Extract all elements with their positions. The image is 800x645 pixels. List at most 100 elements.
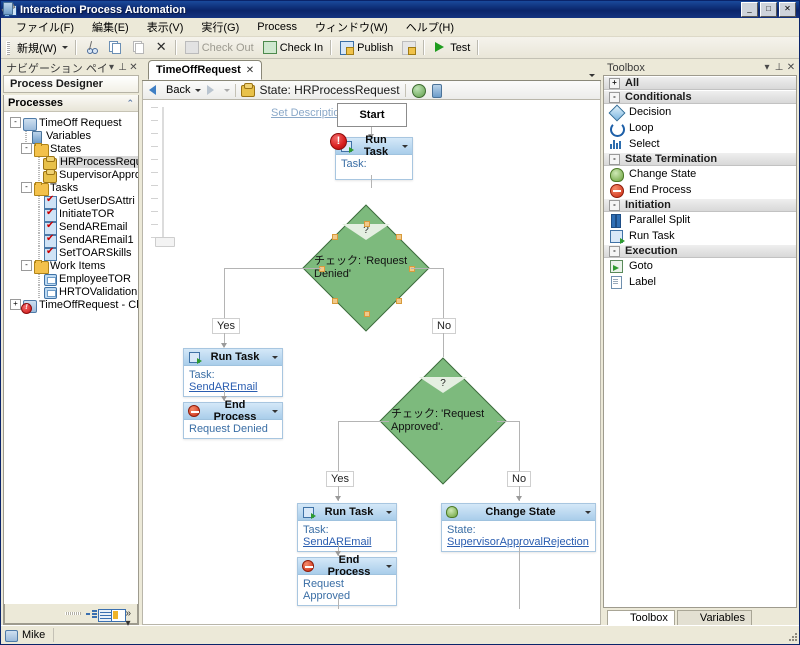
tree-item-getuserdsattributes[interactable]: GetUserDSAttri [8, 194, 138, 209]
tree-item-sendaremail[interactable]: SendAREmail [8, 220, 138, 235]
tree-item-supervisorapproval[interactable]: SupervisorAppro [8, 168, 138, 183]
chevron-down-icon[interactable] [589, 74, 595, 77]
pin-icon[interactable]: ⊥ [773, 62, 785, 73]
test-button[interactable]: Test [428, 38, 474, 57]
menu-window[interactable]: ウィンドウ(W) [306, 17, 397, 37]
toolbox-item-loop[interactable]: Loop [604, 120, 796, 137]
tree-item-settoarskills[interactable]: SetTOARSkills [8, 246, 138, 261]
save-button[interactable] [397, 38, 420, 57]
node-run-task-3[interactable]: Run Task Task: SendAREmail [297, 503, 397, 552]
tree-toggle[interactable]: - [21, 260, 32, 271]
node-header[interactable]: End Process [184, 399, 282, 423]
close-button[interactable]: ✕ [779, 2, 796, 17]
process-tree[interactable]: - TimeOff Request Variables - States HRP… [4, 112, 138, 604]
chevron-down-icon[interactable] [386, 564, 392, 568]
tab-variables[interactable]: Variables [3, 2, 752, 625]
chevron-down-icon[interactable] [386, 510, 392, 514]
node-decision-request-approved[interactable]: ? チェック: 'Request Approved'. [379, 357, 507, 485]
tree-item-timeoffrequest-clone[interactable]: + ! TimeOffRequest - Clon [8, 298, 138, 314]
toolbox-item-change-state[interactable]: Change State [604, 166, 796, 182]
tree-toggle[interactable]: - [21, 182, 32, 193]
copy-button[interactable] [103, 38, 126, 57]
database-icon[interactable] [429, 83, 444, 98]
tree-view-icon[interactable] [85, 607, 97, 621]
chevron-down-icon[interactable] [272, 355, 278, 359]
toolbox-group-state-termination[interactable]: - State Termination [604, 152, 796, 166]
menu-process[interactable]: Process [248, 19, 306, 35]
menu-run[interactable]: 実行(G) [192, 17, 248, 37]
tree-item-sendaremail1[interactable]: SendAREmail1 [8, 233, 138, 248]
toolbox-item-select[interactable]: Select [604, 136, 796, 152]
chevron-down-icon[interactable]: ▾ [761, 62, 773, 73]
toolbox-list[interactable]: + All - Conditionals Decision Loop Selec… [603, 75, 797, 608]
toolbox-group-initiation[interactable]: - Initiation [604, 198, 796, 212]
new-button[interactable]: 新規(W) [13, 38, 72, 57]
selection-handle[interactable] [396, 234, 402, 240]
collapse-icon[interactable]: - [609, 199, 620, 211]
slider-thumb[interactable] [155, 237, 175, 247]
selection-handle[interactable] [364, 221, 370, 227]
tree-item-timeoff-request[interactable]: - TimeOff Request [8, 116, 138, 131]
flow-canvas[interactable]: Set Description Start ! Run Task Task: ?… [142, 100, 601, 625]
selection-handle[interactable] [409, 266, 415, 272]
resize-grip[interactable] [785, 629, 797, 641]
check-out-button[interactable]: Check Out [180, 38, 258, 57]
tree-toggle[interactable]: - [10, 117, 21, 128]
forward-arrow-icon[interactable] [204, 83, 219, 98]
check-in-button[interactable]: Check In [258, 38, 327, 57]
node-header[interactable]: Run Task [298, 504, 396, 521]
chevron-down-icon[interactable] [195, 88, 202, 92]
menu-view[interactable]: 表示(V) [138, 17, 193, 37]
expand-icon[interactable]: + [609, 77, 620, 89]
selection-handle[interactable] [364, 311, 370, 317]
node-end-process-1[interactable]: End Process Request Denied [183, 399, 283, 439]
chevron-down-icon[interactable] [585, 510, 591, 514]
collapse-icon[interactable]: ⌃ [126, 98, 134, 109]
chevron-down-icon[interactable] [402, 144, 408, 148]
selection-handle[interactable] [396, 298, 402, 304]
chevron-down-icon-2[interactable] [224, 88, 231, 92]
tree-item-variables[interactable]: Variables [8, 129, 138, 144]
node-start[interactable]: Start [337, 103, 407, 127]
node-run-task-2[interactable]: Run Task Task: SendAREmail [183, 348, 283, 397]
toolbox-item-run-task[interactable]: Run Task [604, 228, 796, 244]
node-header[interactable]: End Process [298, 554, 396, 578]
properties-icon[interactable] [110, 607, 126, 622]
chevron-down-icon[interactable] [272, 409, 278, 413]
toolbox-group-conditionals[interactable]: - Conditionals [604, 90, 796, 104]
selection-handle[interactable] [319, 266, 325, 272]
toolbox-group-all[interactable]: + All [604, 76, 796, 90]
maximize-button[interactable]: □ [760, 2, 777, 17]
chevron-down-icon[interactable]: ▾ [106, 62, 117, 73]
tree-item-states[interactable]: - States [8, 142, 138, 157]
more-icon[interactable]: » ▾ [122, 607, 131, 628]
tree-item-tasks[interactable]: - Tasks [8, 181, 138, 196]
delete-button[interactable]: ✕ [149, 38, 172, 57]
tree-item-employeetor[interactable]: EmployeeTOR [8, 272, 138, 286]
globe-icon[interactable] [411, 83, 426, 98]
error-badge-icon[interactable]: ! [330, 133, 347, 150]
toolbox-item-decision[interactable]: Decision [604, 104, 796, 122]
canvas-zoom-slider[interactable] [147, 104, 175, 254]
tree-item-work-items[interactable]: - Work Items [8, 259, 138, 274]
tree-toggle[interactable]: - [21, 143, 32, 154]
toolbar-grip[interactable] [6, 40, 10, 55]
minimize-button[interactable]: _ [741, 2, 758, 17]
node-header[interactable]: Run Task [336, 134, 412, 158]
node-end-process-2[interactable]: End Process Request Approved [297, 554, 397, 606]
back-button[interactable]: Back [148, 83, 202, 98]
selection-handle[interactable] [332, 298, 338, 304]
toolbox-item-parallel-split[interactable]: Parallel Split [604, 212, 796, 228]
toolbox-item-label[interactable]: Label [604, 274, 796, 290]
grid-view-icon[interactable] [97, 607, 114, 622]
menu-edit[interactable]: 編集(E) [83, 17, 138, 37]
tree-item-hrprocessrequest[interactable]: HRProcessRequ [8, 155, 138, 170]
toolbox-item-goto[interactable]: Goto [604, 258, 796, 274]
tree-item-initiatetor[interactable]: InitiateTOR [8, 207, 138, 222]
collapse-icon[interactable]: - [609, 245, 620, 257]
pin-icon[interactable]: ⊥ [117, 62, 128, 73]
tree-toggle[interactable]: + [10, 299, 21, 310]
selection-handle[interactable] [332, 234, 338, 240]
node-header[interactable]: Run Task [184, 349, 282, 366]
state-link[interactable]: SupervisorApprovalRejection [447, 536, 589, 548]
